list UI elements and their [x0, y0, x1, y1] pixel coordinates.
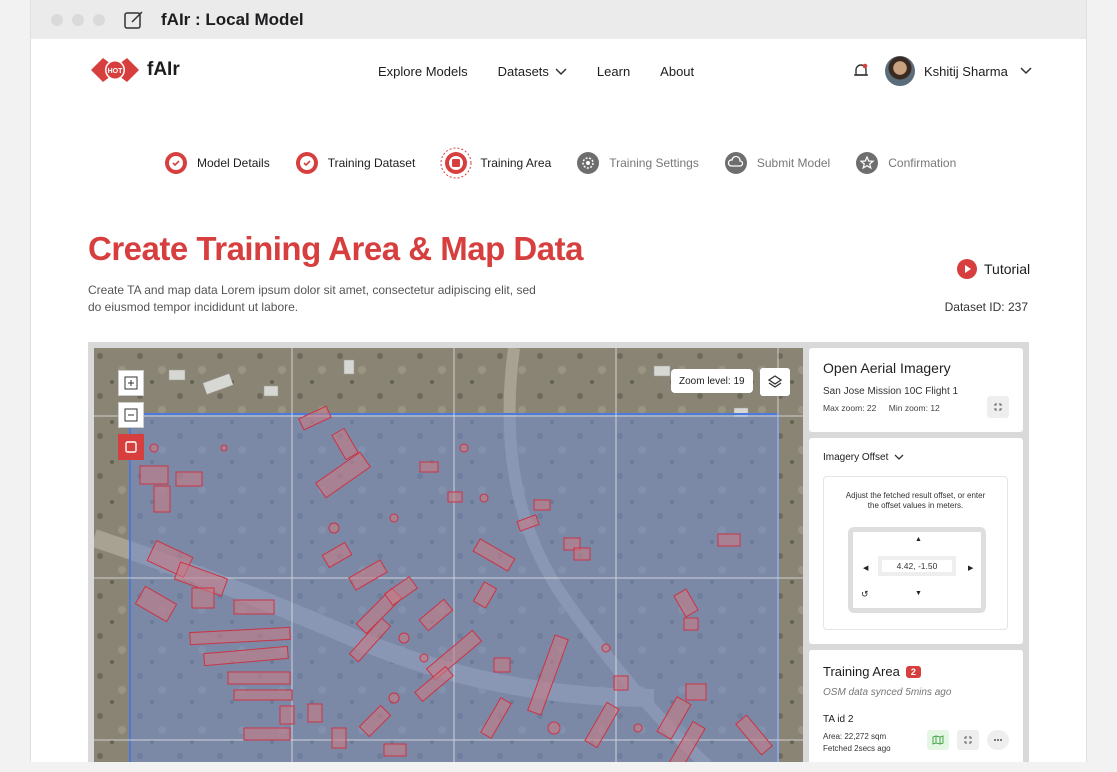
imagery-title: Open Aerial Imagery: [823, 360, 951, 376]
avatar[interactable]: [885, 56, 915, 86]
step-training-settings[interactable]: Training Settings: [576, 151, 699, 175]
step-training-area[interactable]: Training Area: [440, 147, 551, 179]
training-area-count-badge: 2: [905, 665, 921, 678]
top-nav: HOT fAIr Explore Models Datasets Learn A…: [31, 52, 1086, 92]
gear-icon: [577, 152, 600, 174]
aerial-imagery: [94, 348, 803, 762]
nav-learn[interactable]: Learn: [597, 64, 630, 79]
osm-sync-status: OSM data synced 5mins ago: [823, 687, 952, 698]
step-model-details[interactable]: Model Details: [164, 151, 270, 175]
chevron-down-icon: [555, 67, 567, 75]
check-circle-icon: [295, 152, 318, 174]
step-submit-model[interactable]: Submit Model: [724, 151, 830, 175]
window-title: fAIr : Local Model: [161, 9, 304, 29]
title-bar: fAIr : Local Model: [31, 0, 1086, 39]
dataset-id: Dataset ID: 237: [944, 300, 1028, 314]
zoom-out-button[interactable]: [118, 402, 144, 428]
step-training-dataset[interactable]: Training Dataset: [295, 151, 415, 175]
progress-stepper: Model Details Training Dataset Training …: [164, 147, 981, 179]
tutorial-button[interactable]: Tutorial: [956, 258, 1030, 280]
bell-icon[interactable]: [853, 62, 869, 80]
imagery-offset-panel: Imagery Offset Adjust the fetched result…: [809, 438, 1023, 644]
offset-down-button[interactable]: ▼: [915, 590, 922, 597]
play-icon: [957, 259, 977, 279]
star-badge-icon: [856, 152, 879, 174]
map-workspace: Zoom level: 19 Open Aerial Imagery San J…: [88, 342, 1029, 762]
max-zoom: Max zoom: 22: [823, 403, 877, 413]
imagery-panel: Open Aerial Imagery San Jose Mission 10C…: [809, 348, 1023, 432]
more-icon: [994, 739, 1002, 741]
training-area-id: TA id 2: [823, 714, 854, 725]
chevron-down-icon: [894, 454, 904, 460]
plus-icon: [124, 376, 138, 390]
maximize-dot[interactable]: [93, 13, 105, 26]
imagery-source: San Jose Mission 10C Flight 1: [823, 386, 959, 397]
imagery-zoom-info: Max zoom: 22 Min zoom: 12: [823, 403, 1009, 413]
minimize-dot[interactable]: [72, 13, 84, 26]
offset-value-input[interactable]: 4.42, -1.50: [878, 556, 956, 576]
collapse-icon: [994, 403, 1002, 411]
nav-links: Explore Models Datasets Learn About: [378, 64, 724, 79]
page-title: Create Training Area & Map Data: [88, 230, 583, 267]
training-area-panel: Training Area 2 OSM data synced 5mins ag…: [809, 650, 1023, 762]
open-map-button[interactable]: [927, 730, 949, 750]
square-icon: [125, 441, 137, 453]
nav-explore-models[interactable]: Explore Models: [378, 64, 468, 79]
layers-icon: [767, 375, 783, 388]
training-area-header: Training Area 2: [823, 664, 1009, 679]
app-window: fAIr : Local Model HOT fAIr Explore Mode…: [30, 0, 1087, 762]
edit-icon[interactable]: [123, 9, 145, 31]
training-area-actions: [927, 730, 1009, 750]
fit-bounds-button[interactable]: [987, 396, 1009, 418]
offset-controls: Adjust the fetched result offset, or ent…: [823, 476, 1008, 630]
offset-left-button[interactable]: ◀: [863, 564, 868, 572]
layers-button[interactable]: [760, 368, 790, 396]
brand-logo[interactable]: HOT fAIr: [89, 54, 180, 86]
zoom-level-indicator: Zoom level: 19: [671, 369, 753, 393]
cloud-upload-icon: [724, 152, 747, 174]
nav-datasets[interactable]: Datasets: [498, 64, 567, 79]
more-options-button[interactable]: [987, 730, 1009, 750]
imagery-offset-toggle[interactable]: Imagery Offset: [823, 452, 1009, 463]
chevron-down-icon[interactable]: [1020, 67, 1032, 75]
window-controls: [51, 13, 105, 26]
user-area: Kshitij Sharma: [853, 56, 1032, 86]
reset-icon[interactable]: ↺: [861, 589, 869, 600]
draw-rectangle-button[interactable]: [118, 434, 144, 460]
step-confirmation[interactable]: Confirmation: [855, 151, 956, 175]
collapse-icon: [964, 736, 972, 744]
training-area-icon: [440, 147, 472, 179]
offset-help-text: Adjust the fetched result offset, or ent…: [845, 491, 986, 510]
map-canvas[interactable]: Zoom level: 19: [94, 348, 803, 762]
offset-right-button[interactable]: ▶: [968, 564, 973, 572]
nav-about[interactable]: About: [660, 64, 694, 79]
min-zoom: Min zoom: 12: [888, 403, 940, 413]
close-dot[interactable]: [51, 13, 63, 26]
zoom-to-area-button[interactable]: [957, 730, 979, 750]
zoom-in-button[interactable]: [118, 370, 144, 396]
svg-text:HOT: HOT: [108, 68, 124, 75]
minus-icon: [124, 408, 138, 422]
brand-name: fAIr: [147, 59, 180, 80]
page-subtitle: Create TA and map data Lorem ipsum dolor…: [88, 283, 536, 314]
map-icon: [932, 735, 944, 745]
check-circle-icon: [165, 152, 187, 174]
offset-up-button[interactable]: ▲: [915, 536, 922, 543]
user-name[interactable]: Kshitij Sharma: [924, 64, 1008, 79]
hot-logo-icon: HOT: [91, 58, 139, 82]
offset-pad: ▲ ◀ ▶ ▼ ↺ 4.42, -1.50: [848, 527, 986, 613]
